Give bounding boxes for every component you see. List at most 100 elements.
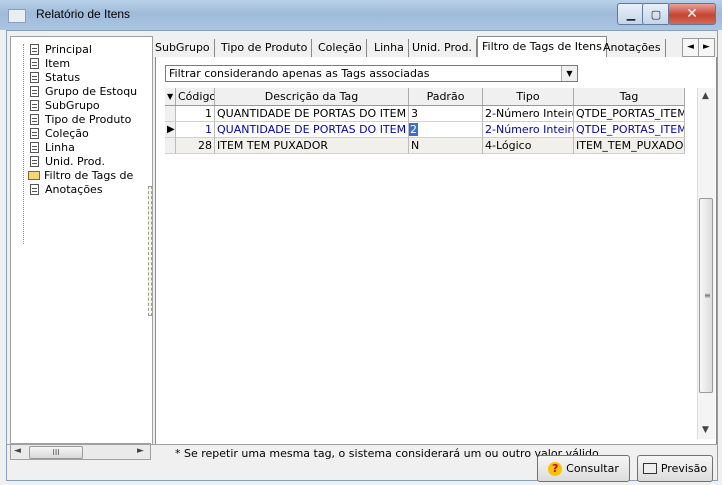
tree-item-filtro-tags[interactable]: Filtro de Tags de: [11, 169, 133, 182]
document-icon: [30, 156, 39, 167]
tab-panel-filtro-tags: Filtrar considerando apenas as Tags asso…: [155, 57, 717, 460]
cell-tipo[interactable]: 4-Lógico: [483, 138, 574, 154]
document-icon: [30, 128, 39, 139]
help-icon: ?: [548, 461, 563, 476]
row-indicator[interactable]: [165, 138, 176, 154]
column-header-codigo[interactable]: Código: [176, 88, 215, 105]
tab-subgrupo[interactable]: SubGrupo: [151, 39, 215, 57]
document-icon: [30, 114, 39, 125]
tree-item-label: Grupo de Estoqu: [45, 85, 138, 98]
cell-descricao[interactable]: QUANTIDADE DE PORTAS DO ITEM: [215, 122, 409, 138]
tree-item-colecao[interactable]: Coleção: [11, 127, 89, 140]
minimize-button[interactable]: ▁: [617, 3, 645, 25]
section-tree[interactable]: Principal Item Status Grupo de Estoqu Su…: [10, 36, 153, 445]
cell-tag[interactable]: QTDE_PORTAS_ITEM: [574, 106, 685, 122]
tree-item-subgrupo[interactable]: SubGrupo: [11, 99, 100, 112]
scroll-thumb[interactable]: ≡: [699, 198, 713, 393]
maximize-icon: ▢: [650, 7, 662, 21]
maximize-button[interactable]: ▢: [642, 3, 670, 25]
tab-anotacoes[interactable]: Anotações: [599, 39, 666, 57]
cell-tipo[interactable]: 2-Número Inteiro: [483, 122, 574, 138]
cell-tag[interactable]: QTDE_PORTAS_ITEM: [574, 122, 685, 138]
tab-filtro-tags-itens[interactable]: Filtro de Tags de Itens: [477, 36, 607, 59]
tree-item-status[interactable]: Status: [11, 71, 80, 84]
window-content: Principal Item Status Grupo de Estoqu Su…: [6, 30, 718, 482]
document-icon: [30, 184, 39, 195]
consultar-label: Consultar: [566, 462, 619, 475]
title-bar[interactable]: Relatório de Itens ▁ ▢ ✕: [0, 0, 722, 30]
consultar-button[interactable]: ? Consultar: [537, 455, 630, 482]
tags-grid[interactable]: ▼ Código Descrição da Tag Padrão Tipo Ta…: [165, 88, 695, 439]
sort-indicator-icon[interactable]: ▼: [165, 88, 176, 105]
current-row-pointer-icon[interactable]: ▶: [165, 122, 176, 138]
scroll-grip-icon: ≡: [704, 291, 711, 300]
document-icon: [30, 72, 39, 83]
scroll-up-icon[interactable]: ▲: [702, 91, 709, 101]
cell-descricao[interactable]: QUANTIDADE DE PORTAS DO ITEM: [215, 106, 409, 122]
document-icon: [30, 86, 39, 97]
tab-unid-prod[interactable]: Unid. Prod.: [408, 39, 477, 57]
cell-codigo[interactable]: 1: [176, 122, 215, 138]
document-icon: [30, 100, 39, 111]
cell-padrao[interactable]: 3: [409, 106, 483, 122]
panel-splitter[interactable]: [148, 186, 152, 316]
chevron-down-icon[interactable]: ▼: [561, 66, 577, 81]
cell-codigo[interactable]: 28: [176, 138, 215, 154]
scroll-down-icon[interactable]: ▼: [702, 425, 709, 435]
tree-item-anotacoes[interactable]: Anotações: [11, 183, 103, 196]
close-icon: ✕: [686, 6, 698, 22]
tree-item-label: Coleção: [45, 127, 89, 140]
printer-icon: [642, 463, 657, 474]
tree-item-label: Item: [45, 57, 71, 70]
report-window: Relatório de Itens ▁ ▢ ✕ Principal Item …: [0, 0, 722, 485]
filter-select[interactable]: Filtrar considerando apenas as Tags asso…: [165, 65, 578, 82]
tab-tipo-produto[interactable]: Tipo de Produto: [217, 39, 313, 57]
tree-item-label: Unid. Prod.: [45, 155, 105, 168]
column-header-descricao[interactable]: Descrição da Tag: [215, 88, 409, 105]
tree-item-grupo-estoque[interactable]: Grupo de Estoqu: [11, 85, 137, 98]
column-header-padrao[interactable]: Padrão: [409, 88, 483, 105]
cell-tag[interactable]: ITEM_TEM_PUXADOR: [574, 138, 685, 154]
cell-padrao[interactable]: N: [409, 138, 483, 154]
table-row[interactable]: 28 ITEM TEM PUXADOR N 4-Lógico ITEM_TEM_…: [165, 138, 685, 154]
close-button[interactable]: ✕: [668, 3, 716, 25]
tree-item-label: Anotações: [45, 183, 103, 196]
tab-strip: SubGrupo Tipo de Produto Coleção Linha U…: [151, 36, 716, 59]
app-icon: [8, 9, 26, 23]
column-header-tag[interactable]: Tag: [574, 88, 685, 105]
folder-open-icon: [28, 171, 40, 180]
tree-item-label: Tipo de Produto: [45, 113, 132, 126]
tree-item-label: Status: [45, 71, 81, 84]
tab-colecao[interactable]: Coleção: [314, 39, 367, 57]
minimize-icon: ▁: [626, 7, 636, 21]
table-row[interactable]: 1 QUANTIDADE DE PORTAS DO ITEM 3 2-Númer…: [165, 106, 685, 122]
tree-item-unid-prod[interactable]: Unid. Prod.: [11, 155, 105, 168]
footer-bar: ? Consultar Previsão: [7, 444, 717, 482]
tree-item-item[interactable]: Item: [11, 57, 70, 70]
tree-item-principal[interactable]: Principal: [11, 43, 92, 56]
tree-item-label: Principal: [45, 43, 92, 56]
cell-padrao-value[interactable]: 2: [409, 123, 418, 136]
tree-item-linha[interactable]: Linha: [11, 141, 75, 154]
tree-item-label: SubGrupo: [45, 99, 100, 112]
tab-scroll-right-icon[interactable]: ►: [698, 38, 715, 57]
column-header-tipo[interactable]: Tipo: [483, 88, 574, 105]
row-indicator[interactable]: [165, 106, 176, 122]
tree-item-tipo-produto[interactable]: Tipo de Produto: [11, 113, 131, 126]
tree-item-label: Filtro de Tags de: [44, 169, 134, 182]
filter-select-value: Filtrar considerando apenas as Tags asso…: [169, 67, 430, 80]
cell-tipo[interactable]: 2-Número Inteiro: [483, 106, 574, 122]
table-row-selected[interactable]: ▶ 1 QUANTIDADE DE PORTAS DO ITEM 2 2-Núm…: [165, 122, 685, 138]
cell-descricao[interactable]: ITEM TEM PUXADOR: [215, 138, 409, 154]
grid-vertical-scrollbar[interactable]: ▲ ≡ ▼: [697, 88, 715, 439]
tree-item-label: Linha: [45, 141, 75, 154]
document-icon: [30, 142, 39, 153]
grid-header: ▼ Código Descrição da Tag Padrão Tipo Ta…: [165, 88, 685, 106]
cell-padrao-editor[interactable]: 2: [409, 122, 483, 138]
cell-codigo[interactable]: 1: [176, 106, 215, 122]
tab-linha[interactable]: Linha: [370, 39, 409, 57]
window-title: Relatório de Itens: [36, 7, 131, 21]
tab-scroll-left-icon[interactable]: ◄: [682, 38, 699, 57]
previsao-button[interactable]: Previsão: [637, 455, 713, 482]
document-icon: [30, 58, 39, 69]
